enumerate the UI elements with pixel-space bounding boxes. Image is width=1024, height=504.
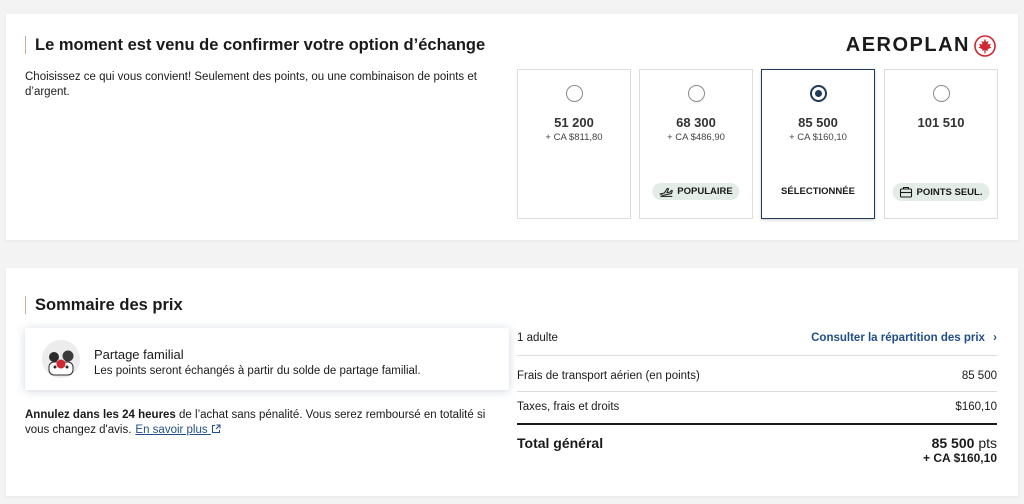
chevron-right-icon: › bbox=[993, 332, 997, 344]
radio-button[interactable] bbox=[933, 85, 950, 102]
family-avatar bbox=[42, 340, 80, 378]
badge-label: POPULAIRE bbox=[677, 186, 733, 197]
ticket-icon bbox=[899, 186, 913, 198]
total-label: Total général bbox=[517, 435, 604, 451]
exchange-intro: Choisissez ce qui vous convient! Seuleme… bbox=[25, 71, 477, 98]
summary-title: Sommaire des prix bbox=[25, 296, 183, 314]
option-cash: + CA $160,10 bbox=[789, 132, 847, 143]
popular-badge: POPULAIRE bbox=[652, 183, 740, 200]
price-breakdown-link[interactable]: Consulter la répartition des prix › bbox=[811, 332, 997, 344]
logo-text: AEROPLAN bbox=[845, 34, 970, 56]
cancellation-notice: Annulez dans les 24 heures de l’achat sa… bbox=[25, 408, 505, 438]
family-title: Partage familial bbox=[94, 347, 184, 362]
learn-more-label: En savoir plus bbox=[135, 424, 208, 436]
external-link-icon bbox=[211, 424, 221, 433]
badge-label: SÉLECTIONNÉE bbox=[781, 186, 855, 197]
fare-value: 85 500 bbox=[961, 370, 997, 382]
radio-button[interactable] bbox=[810, 85, 827, 102]
passengers-label: 1 adulte bbox=[517, 332, 558, 344]
option-points: 101 510 bbox=[917, 115, 965, 130]
cancel-bold: Annulez dans les 24 heures bbox=[25, 409, 176, 421]
option-51200[interactable]: 51 200 + CA $811,80 bbox=[517, 69, 631, 219]
passengers-row: 1 adulte Consulter la répartition des pr… bbox=[517, 332, 997, 344]
points-only-badge: POINTS SEUL. bbox=[892, 183, 990, 201]
breakdown-label: Consulter la répartition des prix bbox=[811, 332, 985, 344]
fare-row: Frais de transport aérien (en points) 85… bbox=[517, 370, 997, 382]
taxes-label: Taxes, frais et droits bbox=[517, 401, 620, 413]
option-points: 68 300 bbox=[676, 115, 716, 130]
option-points: 85 500 bbox=[798, 115, 838, 130]
total-cash: + CA $160,10 bbox=[923, 451, 997, 465]
family-text: Les points seront échangés à partir du s… bbox=[94, 365, 421, 377]
taxes-value: $160,10 bbox=[955, 401, 997, 413]
option-68300[interactable]: 68 300 + CA $486,90 POPULAIRE bbox=[639, 69, 753, 219]
exchange-option-card: Le moment est venu de confirmer votre op… bbox=[6, 14, 1018, 240]
family-sharing-box: Partage familial Les points seront échan… bbox=[25, 328, 509, 390]
family-illustration-icon bbox=[42, 340, 80, 378]
aeroplan-logo: AEROPLAN bbox=[846, 34, 996, 57]
option-85500[interactable]: 85 500 + CA $160,10 SÉLECTIONNÉE bbox=[761, 69, 875, 219]
option-101510[interactable]: 101 510 POINTS SEUL. bbox=[884, 69, 998, 219]
total-divider bbox=[517, 423, 997, 425]
plane-icon bbox=[659, 187, 673, 197]
maple-leaf-icon bbox=[974, 34, 996, 57]
row-divider bbox=[517, 355, 997, 356]
learn-more-link[interactable]: En savoir plus bbox=[135, 424, 221, 436]
taxes-row: Taxes, frais et droits $160,10 bbox=[517, 401, 997, 413]
total-points-value: 85 500 bbox=[931, 435, 975, 451]
total-row: Total général 85 500 pts + CA $160,10 bbox=[517, 435, 997, 465]
radio-button[interactable] bbox=[688, 85, 705, 102]
total-points: 85 500 pts bbox=[923, 435, 997, 451]
exchange-title: Le moment est venu de confirmer votre op… bbox=[25, 36, 485, 54]
option-points: 51 200 bbox=[554, 115, 594, 130]
price-summary-card: Sommaire des prix Partage familial Les p… bbox=[6, 268, 1018, 496]
row-divider bbox=[517, 391, 997, 392]
fare-label: Frais de transport aérien (en points) bbox=[517, 370, 700, 382]
option-cash: + CA $811,80 bbox=[545, 132, 603, 143]
total-points-unit: pts bbox=[978, 435, 997, 451]
radio-button[interactable] bbox=[566, 85, 583, 102]
option-cash: + CA $486,90 bbox=[667, 132, 725, 143]
selected-label: SÉLECTIONNÉE bbox=[774, 183, 862, 200]
badge-label: POINTS SEUL. bbox=[916, 186, 983, 198]
